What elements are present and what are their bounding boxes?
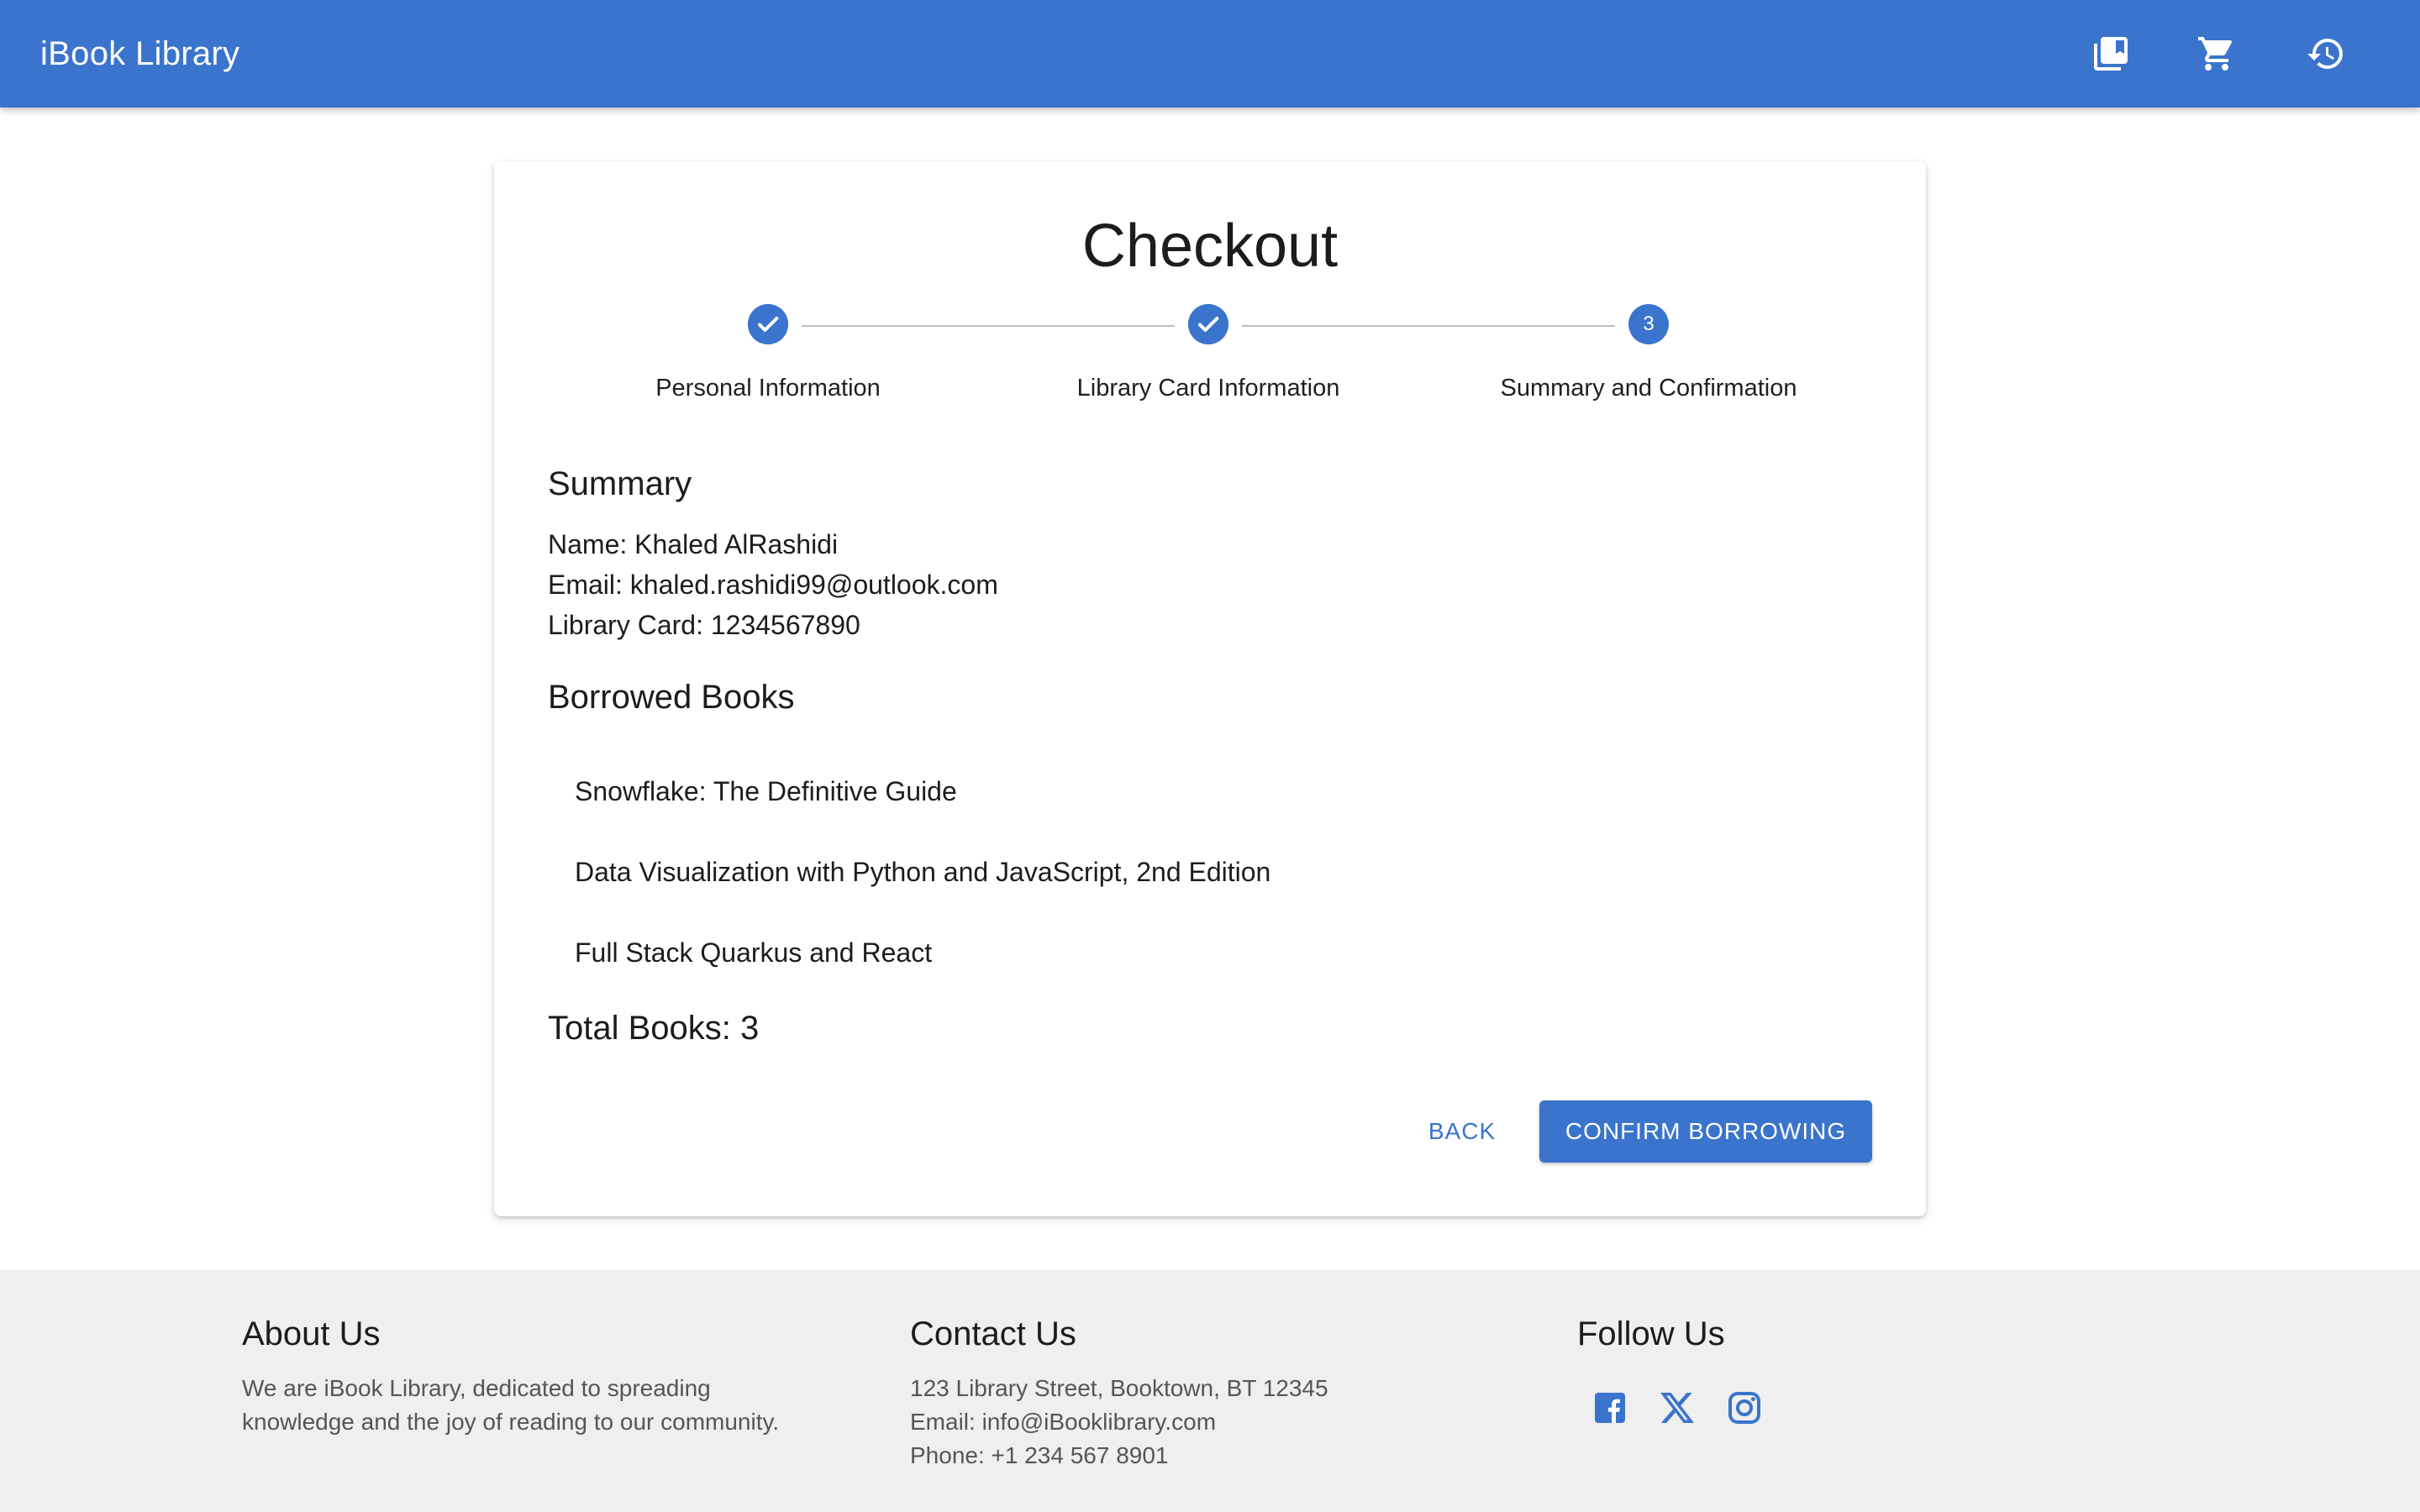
history-icon[interactable] [2306,34,2346,74]
list-item: Full Stack Quarkus and React [575,937,933,968]
about-text-line: We are iBook Library, dedicated to sprea… [242,1375,711,1401]
contact-heading: Contact Us [910,1315,1076,1352]
instagram-icon[interactable] [1724,1388,1765,1428]
app-title[interactable]: iBook Library [40,0,239,108]
borrowed-books-heading: Borrowed Books [548,679,795,716]
facebook-icon[interactable] [1590,1388,1630,1428]
step-completed-check-icon [1188,304,1228,344]
about-heading: About Us [242,1315,381,1352]
about-text-line: knowledge and the joy of reading to our … [242,1409,780,1435]
list-item: Snowflake: The Definitive Guide [575,776,957,806]
contact-phone: Phone: +1 234 567 8901 [910,1442,1169,1468]
summary-heading: Summary [548,465,692,502]
follow-heading: Follow Us [1577,1315,1725,1352]
footer-contact: Contact Us 123 Library Street, Booktown,… [910,1315,1328,1473]
step-label-summary-and-confirmation: Summary and Confirmation [1500,375,1797,402]
back-button[interactable]: BACK [1422,1100,1502,1163]
summary-library-card: Library Card: 1234567890 [548,610,860,640]
step-number-badge: 3 [1628,304,1669,344]
page-title: Checkout [1081,213,1339,280]
shopping-cart-icon[interactable] [2196,34,2237,74]
step-connector [1242,325,1615,327]
summary-email: Email: khaled.rashidi99@outlook.com [548,570,998,600]
library-books-icon[interactable] [2091,34,2131,74]
step-label-personal-information: Personal Information [655,375,881,402]
footer-about: About Us We are iBook Library, dedicated… [242,1315,779,1439]
contact-address: 123 Library Street, Booktown, BT 12345 [910,1375,1328,1401]
app-bar: iBook Library [0,0,2420,108]
list-item: Data Visualization with Python and JavaS… [575,857,1271,887]
footer-follow: Follow Us [1577,1315,1725,1372]
step-completed-check-icon [748,304,788,344]
total-books: Total Books: 3 [548,1010,760,1047]
step-label-library-card-information: Library Card Information [1076,375,1340,402]
footer: About Us We are iBook Library, dedicated… [0,1270,2420,1512]
summary-name: Name: Khaled AlRashidi [548,529,839,559]
step-connector [802,325,1175,327]
checkout-card: Checkout 3 Personal Information Library … [494,161,1926,1216]
x-icon[interactable] [1657,1388,1697,1428]
confirm-borrowing-button[interactable]: CONFIRM BORROWING [1539,1100,1872,1163]
contact-email: Email: info@iBooklibrary.com [910,1409,1217,1435]
